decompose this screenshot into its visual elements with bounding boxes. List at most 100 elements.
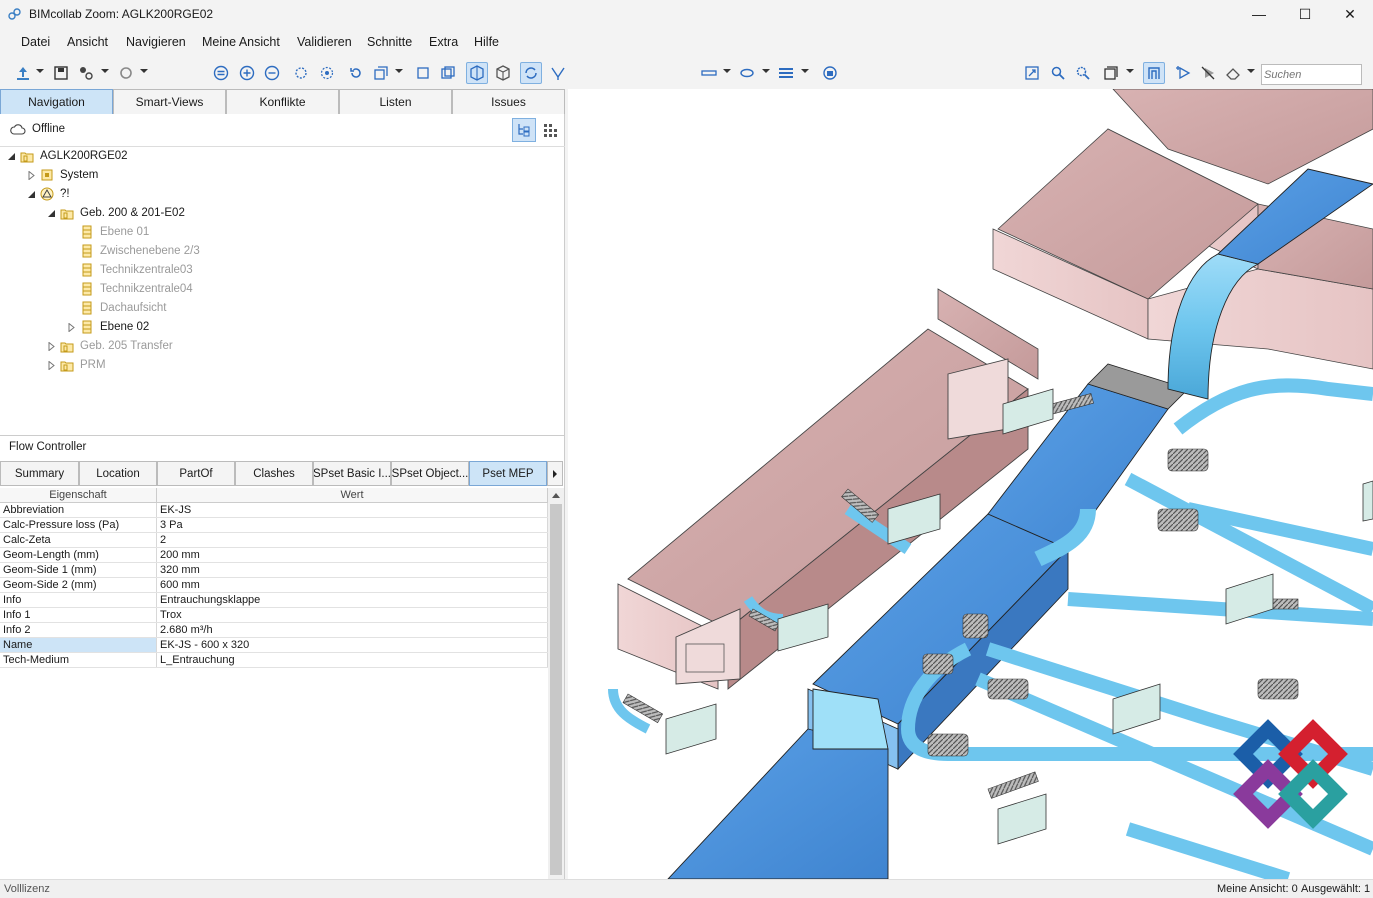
save-button[interactable]: [50, 62, 72, 84]
isolate-button[interactable]: [492, 62, 514, 84]
xray-button[interactable]: [466, 62, 488, 84]
box-select-button[interactable]: [412, 62, 434, 84]
menu-navigieren[interactable]: Navigieren: [126, 35, 186, 49]
tab-clashes[interactable]: Clashes: [235, 461, 313, 486]
add-issue-button[interactable]: [1172, 62, 1194, 84]
column-header-value[interactable]: Wert: [157, 488, 548, 502]
menu-schnitte[interactable]: Schnitte: [367, 35, 412, 49]
section-box-button[interactable]: [1100, 62, 1122, 84]
property-row[interactable]: Info 2 2.680 m³/h: [0, 623, 548, 638]
tree-item[interactable]: Ebene 02: [66, 318, 149, 336]
tab-summary[interactable]: Summary: [0, 461, 79, 486]
tree-item[interactable]: Technikzentrale03: [66, 261, 193, 279]
tree-item[interactable]: Technikzentrale04: [66, 280, 193, 298]
line-style-dropdown-icon[interactable]: [723, 69, 731, 73]
undo-view-button[interactable]: [345, 62, 367, 84]
model-render[interactable]: [568, 89, 1373, 879]
properties-scrollbar[interactable]: [548, 488, 564, 879]
zoom-out-button[interactable]: [261, 62, 283, 84]
view-cube-dropdown-icon[interactable]: [395, 69, 403, 73]
expanded-triangle-icon[interactable]: [46, 208, 56, 218]
expanded-triangle-icon[interactable]: [6, 151, 16, 161]
tab-listen[interactable]: Listen: [339, 89, 452, 114]
section-plane-button[interactable]: [1143, 62, 1165, 84]
3d-viewport[interactable]: [568, 89, 1373, 879]
measure-button[interactable]: [75, 62, 97, 84]
property-row[interactable]: Abbreviation EK-JS: [0, 503, 548, 518]
property-row[interactable]: Info 1 Trox: [0, 608, 548, 623]
tree-item[interactable]: Geb. 200 & 201-E02: [46, 204, 185, 222]
property-row[interactable]: Geom-Side 1 (mm) 320 mm: [0, 563, 548, 578]
collapsed-triangle-icon[interactable]: [46, 360, 56, 370]
close-button[interactable]: ✕: [1327, 0, 1373, 28]
shape-dropdown-icon[interactable]: [762, 69, 770, 73]
zoom-fit-button[interactable]: [210, 62, 232, 84]
menu-hilfe[interactable]: Hilfe: [474, 35, 499, 49]
property-row[interactable]: Calc-Pressure loss (Pa) 3 Pa: [0, 518, 548, 533]
tab-issues[interactable]: Issues: [452, 89, 565, 114]
find-button[interactable]: [1047, 62, 1069, 84]
tree-item[interactable]: Zwischenebene 2/3: [66, 242, 200, 260]
tab-smart-views[interactable]: Smart-Views: [113, 89, 226, 114]
measure-dropdown-icon[interactable]: [101, 69, 109, 73]
tree-item[interactable]: PRM: [46, 356, 106, 374]
property-row[interactable]: Tech-Medium L_Entrauchung: [0, 653, 548, 668]
line-weight-button[interactable]: [775, 62, 797, 84]
collapsed-triangle-icon[interactable]: [46, 341, 56, 351]
eraser-button[interactable]: [1222, 62, 1244, 84]
property-row[interactable]: Info Entrauchungsklappe: [0, 593, 548, 608]
tree-item[interactable]: Geb. 205 Transfer: [46, 337, 173, 355]
property-row[interactable]: Geom-Side 2 (mm) 600 mm: [0, 578, 548, 593]
tab-pset-mep[interactable]: Pset MEP: [469, 461, 547, 486]
column-header-property[interactable]: Eigenschaft: [0, 488, 157, 502]
orbit-button[interactable]: [316, 62, 338, 84]
rotate-button[interactable]: [520, 62, 542, 84]
grid-view-button[interactable]: [538, 118, 562, 142]
snapshot-button[interactable]: [819, 62, 841, 84]
copy-view-button[interactable]: [437, 62, 459, 84]
tab-konflikte[interactable]: Konflikte: [226, 89, 339, 114]
view-cube-button[interactable]: [370, 62, 392, 84]
tab-partof[interactable]: PartOf: [157, 461, 235, 486]
collapsed-triangle-icon[interactable]: [66, 322, 76, 332]
fullscreen-button[interactable]: [1021, 62, 1043, 84]
search-input[interactable]: [1261, 64, 1362, 85]
import-dropdown-icon[interactable]: [36, 69, 44, 73]
tree-view-button[interactable]: [512, 118, 536, 142]
find-selected-button[interactable]: [1072, 62, 1094, 84]
minimize-button[interactable]: —: [1236, 0, 1282, 28]
sync-dropdown-icon[interactable]: [140, 69, 148, 73]
tabs-scroll-right-button[interactable]: [547, 461, 563, 486]
tree-item[interactable]: System: [26, 166, 98, 184]
maximize-button[interactable]: ☐: [1282, 0, 1328, 28]
shape-button[interactable]: [736, 62, 758, 84]
tab-navigation[interactable]: Navigation: [0, 89, 113, 114]
eraser-dropdown-icon[interactable]: [1247, 69, 1255, 73]
menu-datei[interactable]: Datei: [21, 35, 50, 49]
menu-ansicht[interactable]: Ansicht: [67, 35, 108, 49]
tree-item[interactable]: Ebene 01: [66, 223, 149, 241]
hide-button[interactable]: [1197, 62, 1219, 84]
focus-button[interactable]: [290, 62, 312, 84]
property-row[interactable]: Geom-Length (mm) 200 mm: [0, 548, 548, 563]
tree-item[interactable]: Dachaufsicht: [66, 299, 166, 317]
scrollbar-thumb[interactable]: [550, 504, 562, 875]
line-weight-dropdown-icon[interactable]: [801, 69, 809, 73]
menu-validieren[interactable]: Validieren: [297, 35, 352, 49]
import-button[interactable]: [12, 62, 34, 84]
line-style-button[interactable]: [698, 62, 720, 84]
menu-meine-ansicht[interactable]: Meine Ansicht: [202, 35, 280, 49]
scroll-up-icon[interactable]: [552, 492, 560, 498]
zoom-in-button[interactable]: [236, 62, 258, 84]
tree-item[interactable]: ?!: [26, 185, 70, 203]
tab-spset-basic[interactable]: SPset Basic I...: [313, 461, 391, 486]
walk-button[interactable]: [547, 62, 569, 84]
menu-extra[interactable]: Extra: [429, 35, 458, 49]
sync-button[interactable]: [115, 62, 137, 84]
tab-location[interactable]: Location: [79, 461, 157, 486]
property-row[interactable]: Calc-Zeta 2: [0, 533, 548, 548]
collapsed-triangle-icon[interactable]: [26, 170, 36, 180]
property-row[interactable]: Name EK-JS - 600 x 320: [0, 638, 548, 653]
tab-spset-object[interactable]: SPset Object...: [391, 461, 469, 486]
tree-item[interactable]: AGLK200RGE02: [6, 147, 128, 165]
